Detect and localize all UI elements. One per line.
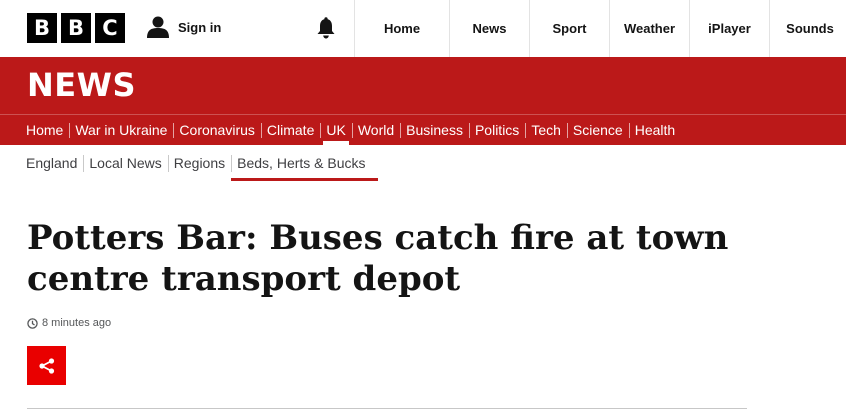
clock-icon — [27, 317, 38, 329]
section-nav-science[interactable]: Science — [566, 115, 629, 145]
news-banner: NEWS — [0, 57, 846, 114]
logo-letter: C — [95, 13, 125, 43]
section-nav-world[interactable]: World — [351, 115, 400, 145]
top-nav-home[interactable]: Home — [355, 0, 450, 57]
section-nav: Home War in Ukraine Coronavirus Climate … — [0, 114, 846, 145]
sign-in-label: Sign in — [178, 19, 222, 35]
section-nav-home[interactable]: Home — [20, 115, 69, 145]
top-nav-iplayer[interactable]: iPlayer — [690, 0, 770, 57]
top-nav-weather[interactable]: Weather — [610, 0, 690, 57]
news-title-link[interactable]: NEWS — [27, 66, 136, 104]
notifications-button[interactable] — [316, 17, 336, 44]
section-nav-politics[interactable]: Politics — [468, 115, 525, 145]
logo-letter: B — [27, 13, 57, 43]
user-icon — [147, 16, 169, 38]
sub-nav-local-news[interactable]: Local News — [83, 148, 167, 178]
section-nav-health[interactable]: Health — [628, 115, 681, 145]
share-icon — [38, 357, 54, 374]
top-nav: Home News Sport Weather iPlayer Sounds — [355, 0, 846, 57]
article-meta: 8 minutes ago — [27, 317, 111, 329]
section-nav-coronavirus[interactable]: Coronavirus — [173, 115, 260, 145]
sub-nav: England Local News Regions Beds, Herts &… — [0, 148, 846, 182]
content-divider — [27, 408, 747, 409]
article-headline: Potters Bar: Buses catch fire at town ce… — [27, 218, 729, 299]
top-nav-sounds[interactable]: Sounds — [770, 0, 846, 57]
section-nav-tech[interactable]: Tech — [525, 115, 567, 145]
top-nav-sport[interactable]: Sport — [530, 0, 610, 57]
sub-nav-regions[interactable]: Regions — [167, 148, 231, 178]
sub-nav-beds-herts-bucks[interactable]: Beds, Herts & Bucks — [231, 148, 378, 181]
bbc-logo[interactable]: B B C — [27, 13, 125, 43]
sub-nav-england[interactable]: England — [20, 148, 83, 178]
logo-letter: B — [61, 13, 91, 43]
sign-in-link[interactable]: Sign in — [147, 16, 221, 38]
top-nav-news[interactable]: News — [450, 0, 530, 57]
bell-icon — [317, 17, 335, 39]
article-timestamp: 8 minutes ago — [42, 317, 112, 329]
section-nav-business[interactable]: Business — [400, 115, 469, 145]
section-nav-climate[interactable]: Climate — [260, 115, 320, 145]
top-bar: B B C Sign in Home News Sport Weather iP… — [0, 0, 846, 57]
section-nav-uk[interactable]: UK — [320, 115, 351, 145]
share-button[interactable] — [27, 346, 66, 385]
section-nav-war-in-ukraine[interactable]: War in Ukraine — [69, 115, 173, 145]
